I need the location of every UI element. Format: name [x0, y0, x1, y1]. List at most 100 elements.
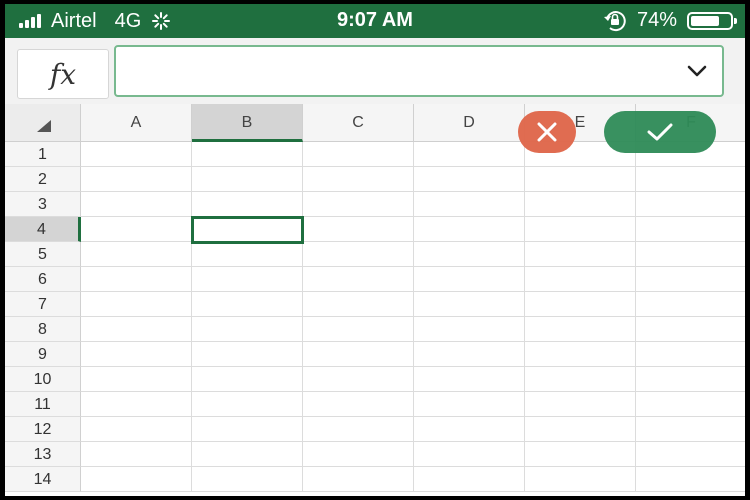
insert-function-button[interactable]: fx — [17, 49, 109, 99]
cell-c1[interactable] — [303, 142, 414, 167]
cell-e8[interactable] — [525, 317, 636, 342]
column-header-a[interactable]: A — [81, 104, 192, 142]
cell-a9[interactable] — [81, 342, 192, 367]
cell-d7[interactable] — [414, 292, 525, 317]
cell-a10[interactable] — [81, 367, 192, 392]
cell-a3[interactable] — [81, 192, 192, 217]
cell-f7[interactable] — [636, 292, 745, 317]
cell-b11[interactable] — [192, 392, 303, 417]
select-all-button[interactable] — [5, 104, 81, 142]
cell-a2[interactable] — [81, 167, 192, 192]
cell-c7[interactable] — [303, 292, 414, 317]
cell-c2[interactable] — [303, 167, 414, 192]
active-cell-outline[interactable] — [191, 216, 304, 244]
cell-e14[interactable] — [525, 467, 636, 492]
column-header-b[interactable]: B — [192, 104, 303, 142]
cell-e13[interactable] — [525, 442, 636, 467]
cell-c4[interactable] — [303, 217, 414, 242]
chevron-down-icon[interactable] — [686, 61, 708, 81]
row-header-3[interactable]: 3 — [5, 192, 81, 217]
row-header-4[interactable]: 4 — [5, 217, 81, 242]
cell-f11[interactable] — [636, 392, 745, 417]
cell-f3[interactable] — [636, 192, 745, 217]
cell-b6[interactable] — [192, 267, 303, 292]
cell-f5[interactable] — [636, 242, 745, 267]
cell-b5[interactable] — [192, 242, 303, 267]
row-header-2[interactable]: 2 — [5, 167, 81, 192]
cell-c14[interactable] — [303, 467, 414, 492]
cell-c8[interactable] — [303, 317, 414, 342]
cell-d9[interactable] — [414, 342, 525, 367]
cell-d6[interactable] — [414, 267, 525, 292]
cell-a11[interactable] — [81, 392, 192, 417]
row-header-5[interactable]: 5 — [5, 242, 81, 267]
cell-e10[interactable] — [525, 367, 636, 392]
cell-b3[interactable] — [192, 192, 303, 217]
row-header-9[interactable]: 9 — [5, 342, 81, 367]
cell-f6[interactable] — [636, 267, 745, 292]
cell-a5[interactable] — [81, 242, 192, 267]
cell-b8[interactable] — [192, 317, 303, 342]
cell-c6[interactable] — [303, 267, 414, 292]
row-header-8[interactable]: 8 — [5, 317, 81, 342]
cell-d14[interactable] — [414, 467, 525, 492]
cell-b12[interactable] — [192, 417, 303, 442]
row-header-13[interactable]: 13 — [5, 442, 81, 467]
row-header-10[interactable]: 10 — [5, 367, 81, 392]
cell-d11[interactable] — [414, 392, 525, 417]
column-header-d[interactable]: D — [414, 104, 525, 142]
cell-d2[interactable] — [414, 167, 525, 192]
cell-d8[interactable] — [414, 317, 525, 342]
cell-f8[interactable] — [636, 317, 745, 342]
row-header-14[interactable]: 14 — [5, 467, 81, 492]
cell-e9[interactable] — [525, 342, 636, 367]
cell-d5[interactable] — [414, 242, 525, 267]
cell-e6[interactable] — [525, 267, 636, 292]
column-header-c[interactable]: C — [303, 104, 414, 142]
cell-e3[interactable] — [525, 192, 636, 217]
cell-c3[interactable] — [303, 192, 414, 217]
row-header-6[interactable]: 6 — [5, 267, 81, 292]
cell-a12[interactable] — [81, 417, 192, 442]
row-header-7[interactable]: 7 — [5, 292, 81, 317]
cell-e4[interactable] — [525, 217, 636, 242]
cell-c12[interactable] — [303, 417, 414, 442]
cell-f9[interactable] — [636, 342, 745, 367]
cell-d1[interactable] — [414, 142, 525, 167]
cell-f14[interactable] — [636, 467, 745, 492]
cell-c10[interactable] — [303, 367, 414, 392]
cell-e5[interactable] — [525, 242, 636, 267]
cell-b10[interactable] — [192, 367, 303, 392]
cell-b14[interactable] — [192, 467, 303, 492]
cell-d4[interactable] — [414, 217, 525, 242]
cell-b9[interactable] — [192, 342, 303, 367]
cancel-button[interactable] — [518, 111, 576, 153]
cell-c9[interactable] — [303, 342, 414, 367]
cell-a8[interactable] — [81, 317, 192, 342]
cell-a1[interactable] — [81, 142, 192, 167]
cell-e7[interactable] — [525, 292, 636, 317]
cell-e12[interactable] — [525, 417, 636, 442]
cell-d12[interactable] — [414, 417, 525, 442]
cell-f10[interactable] — [636, 367, 745, 392]
cell-f13[interactable] — [636, 442, 745, 467]
cell-a13[interactable] — [81, 442, 192, 467]
cell-b1[interactable] — [192, 142, 303, 167]
cell-a14[interactable] — [81, 467, 192, 492]
cell-e11[interactable] — [525, 392, 636, 417]
cell-d10[interactable] — [414, 367, 525, 392]
cell-b7[interactable] — [192, 292, 303, 317]
cell-c13[interactable] — [303, 442, 414, 467]
row-header-11[interactable]: 11 — [5, 392, 81, 417]
cell-b13[interactable] — [192, 442, 303, 467]
cell-a4[interactable] — [81, 217, 192, 242]
cell-b2[interactable] — [192, 167, 303, 192]
cell-a6[interactable] — [81, 267, 192, 292]
cell-e2[interactable] — [525, 167, 636, 192]
cell-c5[interactable] — [303, 242, 414, 267]
cell-f4[interactable] — [636, 217, 745, 242]
cell-f2[interactable] — [636, 167, 745, 192]
cell-f12[interactable] — [636, 417, 745, 442]
row-header-1[interactable]: 1 — [5, 142, 81, 167]
cell-a7[interactable] — [81, 292, 192, 317]
